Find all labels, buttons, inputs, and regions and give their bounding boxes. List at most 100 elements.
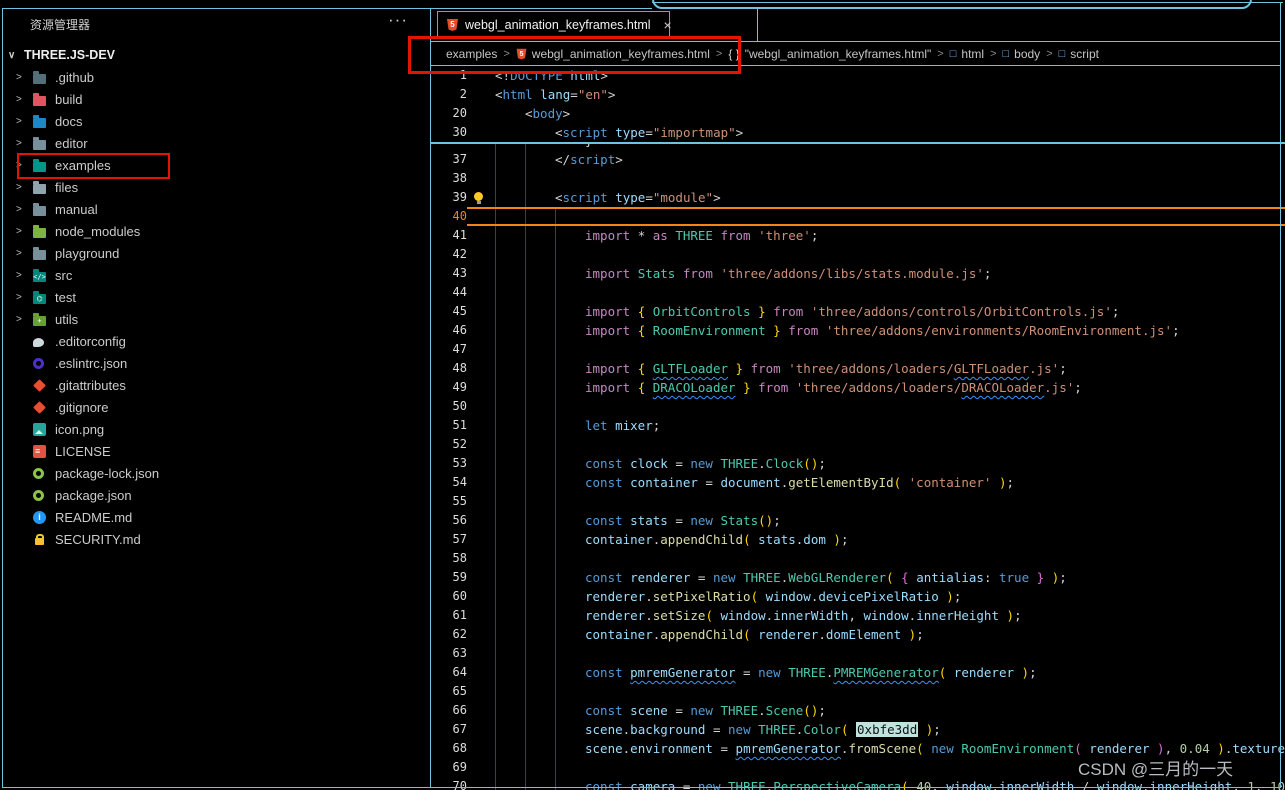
line-number[interactable]: 40: [431, 207, 467, 226]
line-number[interactable]: 52: [431, 435, 467, 454]
code-line-65[interactable]: 65: [431, 682, 1285, 701]
breadcrumb-item-3[interactable]: { }"webgl_animation_keyframes.html": [728, 47, 931, 61]
line-number[interactable]: 45: [431, 302, 467, 321]
line-number[interactable]: 48: [431, 359, 467, 378]
code-line-37[interactable]: 37</script>: [431, 150, 1285, 169]
breadcrumb-item-2[interactable]: 5webgl_animation_keyframes.html: [516, 47, 710, 61]
code-line-51[interactable]: 51let mixer;: [431, 416, 1285, 435]
tree-item-package-lock-json[interactable]: package-lock.json: [0, 462, 430, 484]
breadcrumb-item-4[interactable]: □html: [950, 47, 984, 61]
line-number[interactable]: 54: [431, 473, 467, 492]
tree-item-playground[interactable]: >playground: [0, 242, 430, 264]
line-number[interactable]: 44: [431, 283, 467, 302]
code-line-39[interactable]: 39<script type="module">: [431, 188, 1285, 207]
line-number[interactable]: 55: [431, 492, 467, 511]
tree-item-editor[interactable]: >editor: [0, 132, 430, 154]
line-number[interactable]: 30: [431, 123, 467, 142]
tree-item-examples[interactable]: >examples: [0, 154, 430, 176]
code-line-56[interactable]: 56const stats = new Stats();: [431, 511, 1285, 530]
line-number[interactable]: 37: [431, 150, 467, 169]
code-editor[interactable]: 36}37</script>3839<script type="module">…: [431, 66, 1285, 790]
more-actions-icon[interactable]: ···: [388, 10, 408, 30]
tree-item-package-json[interactable]: package.json: [0, 484, 430, 506]
code-line-46[interactable]: 46import { RoomEnvironment } from 'three…: [431, 321, 1285, 340]
line-number[interactable]: 59: [431, 568, 467, 587]
code-line-64[interactable]: 64const pmremGenerator = new THREE.PMREM…: [431, 663, 1285, 682]
code-line-43[interactable]: 43import Stats from 'three/addons/libs/s…: [431, 264, 1285, 283]
line-number[interactable]: 67: [431, 720, 467, 739]
line-number[interactable]: 49: [431, 378, 467, 397]
tree-item--gitattributes[interactable]: .gitattributes: [0, 374, 430, 396]
line-number[interactable]: 69: [431, 758, 467, 777]
code-line-60[interactable]: 60renderer.setPixelRatio( window.deviceP…: [431, 587, 1285, 606]
line-number[interactable]: 51: [431, 416, 467, 435]
code-line-67[interactable]: 67scene.background = new THREE.Color( 0x…: [431, 720, 1285, 739]
tree-item--eslintrc-json[interactable]: .eslintrc.json: [0, 352, 430, 374]
code-line-55[interactable]: 55: [431, 492, 1285, 511]
line-number[interactable]: 38: [431, 169, 467, 188]
line-number[interactable]: 56: [431, 511, 467, 530]
code-line-30[interactable]: 30<script type="importmap">: [431, 123, 1285, 142]
code-line-57[interactable]: 57container.appendChild( stats.dom );: [431, 530, 1285, 549]
code-line-59[interactable]: 59const renderer = new THREE.WebGLRender…: [431, 568, 1285, 587]
code-line-52[interactable]: 52: [431, 435, 1285, 454]
tree-item--editorconfig[interactable]: .editorconfig: [0, 330, 430, 352]
line-number[interactable]: 70: [431, 777, 467, 790]
code-line-47[interactable]: 47: [431, 340, 1285, 359]
line-number[interactable]: 65: [431, 682, 467, 701]
line-number[interactable]: 2: [431, 85, 467, 104]
tree-item-security-md[interactable]: SECURITY.md: [0, 528, 430, 550]
code-line-1[interactable]: 1<!DOCTYPE html>: [431, 66, 1285, 85]
code-line-66[interactable]: 66const scene = new THREE.Scene();: [431, 701, 1285, 720]
code-line-44[interactable]: 44: [431, 283, 1285, 302]
line-number[interactable]: 53: [431, 454, 467, 473]
close-icon[interactable]: ×: [664, 17, 672, 33]
code-line-62[interactable]: 62container.appendChild( renderer.domEle…: [431, 625, 1285, 644]
code-line-48[interactable]: 48import { GLTFLoader } from 'three/addo…: [431, 359, 1285, 378]
code-line-40[interactable]: 40: [431, 207, 1285, 226]
line-number[interactable]: 62: [431, 625, 467, 644]
code-line-45[interactable]: 45import { OrbitControls } from 'three/a…: [431, 302, 1285, 321]
line-number[interactable]: 42: [431, 245, 467, 264]
tree-item--github[interactable]: >.github: [0, 66, 430, 88]
line-number[interactable]: 61: [431, 606, 467, 625]
tree-item-utils[interactable]: >+utils: [0, 308, 430, 330]
code-line-58[interactable]: 58: [431, 549, 1285, 568]
code-line-53[interactable]: 53const clock = new THREE.Clock();: [431, 454, 1285, 473]
code-line-2[interactable]: 2<html lang="en">: [431, 85, 1285, 104]
line-number[interactable]: 66: [431, 701, 467, 720]
tree-item-manual[interactable]: >manual: [0, 198, 430, 220]
breadcrumb-item-6[interactable]: □script: [1059, 47, 1099, 61]
line-number[interactable]: 68: [431, 739, 467, 758]
line-number[interactable]: 1: [431, 66, 467, 85]
line-number[interactable]: 46: [431, 321, 467, 340]
tree-item-files[interactable]: >files: [0, 176, 430, 198]
line-number[interactable]: 57: [431, 530, 467, 549]
line-number[interactable]: 64: [431, 663, 467, 682]
line-number[interactable]: 63: [431, 644, 467, 663]
line-number[interactable]: 50: [431, 397, 467, 416]
line-number[interactable]: 39: [431, 188, 467, 207]
code-line-38[interactable]: 38: [431, 169, 1285, 188]
tree-item-build[interactable]: >build: [0, 88, 430, 110]
lightbulb-icon[interactable]: [474, 192, 483, 201]
code-line-41[interactable]: 41import * as THREE from 'three';: [431, 226, 1285, 245]
line-number[interactable]: 58: [431, 549, 467, 568]
code-line-49[interactable]: 49import { DRACOLoader } from 'three/add…: [431, 378, 1285, 397]
line-number[interactable]: 47: [431, 340, 467, 359]
tree-item-test[interactable]: >⌬test: [0, 286, 430, 308]
line-number[interactable]: 41: [431, 226, 467, 245]
line-number[interactable]: 43: [431, 264, 467, 283]
line-number[interactable]: 60: [431, 587, 467, 606]
code-line-54[interactable]: 54const container = document.getElementB…: [431, 473, 1285, 492]
code-line-50[interactable]: 50: [431, 397, 1285, 416]
breadcrumb-item-5[interactable]: □body: [1003, 47, 1041, 61]
tab-webgl-animation-keyframes[interactable]: 5 webgl_animation_keyframes.html ×: [437, 11, 670, 39]
tree-item-license[interactable]: LICENSE: [0, 440, 430, 462]
tree-item-src[interactable]: ></>src: [0, 264, 430, 286]
code-line-61[interactable]: 61renderer.setSize( window.innerWidth, w…: [431, 606, 1285, 625]
tree-item-icon-png[interactable]: icon.png: [0, 418, 430, 440]
tree-item-node-modules[interactable]: >node_modules: [0, 220, 430, 242]
tree-item-readme-md[interactable]: README.md: [0, 506, 430, 528]
code-line-42[interactable]: 42: [431, 245, 1285, 264]
